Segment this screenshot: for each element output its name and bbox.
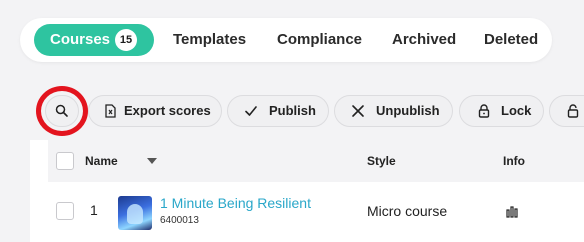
lock-label: Lock <box>501 103 532 118</box>
column-header-name[interactable]: Name <box>85 140 118 182</box>
column-header-style: Style <box>367 154 396 168</box>
file-export-icon <box>105 104 116 118</box>
courses-count-badge: 15 <box>115 29 137 51</box>
unpublish-button[interactable]: Unpublish <box>334 95 453 127</box>
tab-compliance[interactable]: Compliance <box>277 24 362 56</box>
tab-courses[interactable]: Courses 15 <box>34 24 154 56</box>
close-icon <box>352 105 364 117</box>
tab-deleted[interactable]: Deleted <box>484 24 538 56</box>
sort-caret-icon[interactable] <box>147 158 157 164</box>
unlock-button[interactable] <box>549 95 584 127</box>
tab-courses-label: Courses <box>50 31 111 48</box>
table-row[interactable]: 1 1 Minute Being Resilient 6400013 Micro… <box>30 182 584 234</box>
tab-archived[interactable]: Archived <box>392 24 456 56</box>
select-all-checkbox[interactable] <box>56 152 74 170</box>
search-icon <box>55 104 68 117</box>
bar-chart-icon[interactable] <box>506 206 520 218</box>
column-header-info: Info <box>503 154 525 168</box>
publish-button[interactable]: Publish <box>227 95 329 127</box>
row-number: 1 <box>90 202 98 218</box>
course-style: Micro course <box>367 203 448 219</box>
course-title-link[interactable]: 1 Minute Being Resilient <box>160 195 311 211</box>
export-scores-button[interactable]: Export scores <box>88 95 222 127</box>
check-icon <box>245 106 257 116</box>
table-header: Name Style Info <box>48 140 584 182</box>
unlock-icon <box>567 104 579 118</box>
course-id: 6400013 <box>160 215 199 226</box>
row-checkbox[interactable] <box>56 202 74 220</box>
unpublish-label: Unpublish <box>376 103 440 118</box>
publish-label: Publish <box>269 103 316 118</box>
export-scores-label: Export scores <box>124 103 211 118</box>
lock-button[interactable]: Lock <box>459 95 544 127</box>
courses-page: Courses 15 Templates Compliance Archived… <box>0 0 584 242</box>
course-thumbnail <box>118 196 152 230</box>
lock-icon <box>478 104 490 118</box>
tab-bar: Courses 15 Templates Compliance Archived… <box>20 18 552 62</box>
search-button[interactable] <box>45 95 79 127</box>
courses-table: Name Style Info 1 1 Minute Being Resilie… <box>30 140 584 242</box>
tab-templates[interactable]: Templates <box>173 24 246 56</box>
